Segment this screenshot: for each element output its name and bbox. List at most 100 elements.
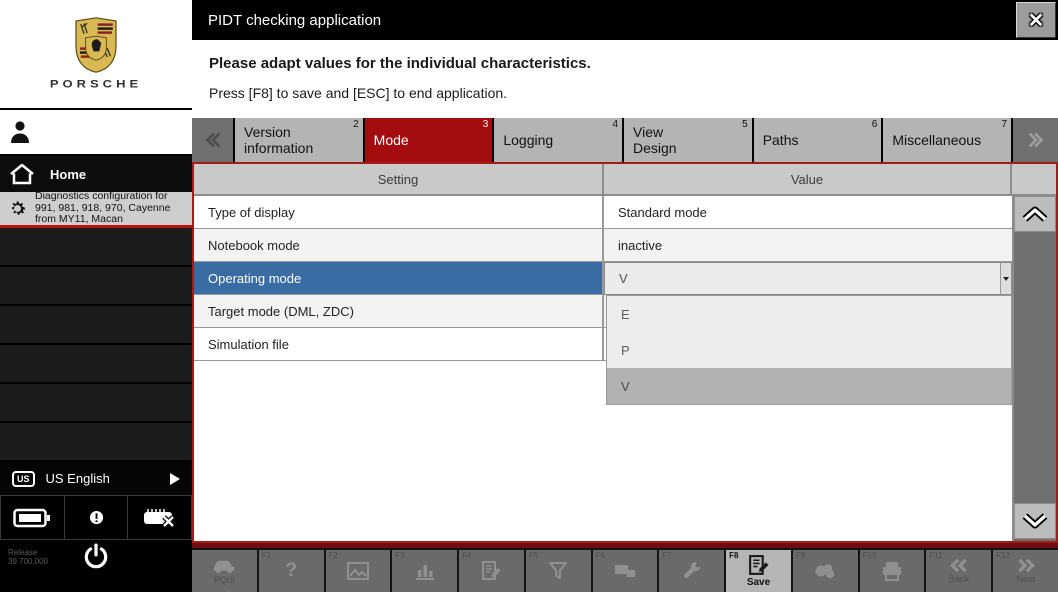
setting-cell-simulation-file[interactable]: Simulation file: [194, 328, 604, 361]
car-icon: [213, 560, 235, 574]
f6-control-unit-button[interactable]: F6: [592, 550, 658, 592]
close-button[interactable]: ✕: [1016, 2, 1056, 38]
home-icon: [10, 163, 34, 185]
toolbar-button-label: PQIS: [213, 575, 236, 585]
double-chevron-left-icon: [205, 132, 220, 148]
f11-back-button[interactable]: F11 Back: [926, 550, 992, 592]
instruction-area: Please adapt values for the individual c…: [192, 40, 1058, 118]
f5-filter-button[interactable]: F5: [525, 550, 591, 592]
us-flag-icon: US: [12, 470, 35, 487]
main-area: PIDT checking application ✕ Please adapt…: [192, 0, 1058, 592]
sidebar-item-empty: [0, 267, 192, 306]
dropdown-option-v[interactable]: V: [607, 368, 1011, 404]
tab-label: Version information: [244, 124, 314, 156]
tab-number: 5: [742, 119, 748, 130]
release-version: 39.700.000: [8, 557, 49, 566]
double-chevron-left-icon: [949, 558, 967, 573]
porsche-crest-icon: [75, 17, 117, 73]
user-profile-button[interactable]: [0, 110, 192, 156]
power-icon: [84, 543, 108, 569]
sidebar-item-diagnostics-configuration[interactable]: Diagnostics configuration for 991, 981, …: [0, 191, 192, 228]
f10-print-button[interactable]: F10: [859, 550, 925, 592]
release-info: Release 39.700.000: [8, 548, 48, 566]
tab-miscellaneous[interactable]: 7 Miscellaneous: [883, 118, 1014, 162]
value-cell-notebook-mode[interactable]: inactive: [604, 229, 1012, 262]
table-header-row: Setting Value: [194, 164, 1056, 196]
operating-mode-combobox[interactable]: V: [604, 262, 1012, 295]
release-label: Release: [8, 548, 38, 557]
dropdown-option-p[interactable]: P: [607, 332, 1011, 368]
pqis-button[interactable]: PQIS: [192, 550, 257, 592]
bar-chart-icon: [415, 565, 434, 580]
status-bar: [0, 495, 193, 540]
tab-paths[interactable]: 6 Paths: [753, 118, 884, 162]
instruction-primary: Please adapt values for the individual c…: [209, 55, 591, 72]
gear-cloud-icon: [815, 564, 835, 579]
setting-cell-target-mode[interactable]: Target mode (DML, ZDC): [194, 295, 604, 328]
scroll-up-button[interactable]: [1014, 196, 1056, 232]
double-chevron-right-icon: [1017, 558, 1035, 573]
tab-mode[interactable]: 3 Mode: [364, 118, 495, 162]
tabs-scroll-left-button[interactable]: [192, 118, 235, 162]
app-window: PORSCHE Home Diagnostics configuration f…: [0, 0, 1058, 592]
dropdown-option-e[interactable]: E: [607, 296, 1011, 332]
sidebar-item-empty: [0, 228, 192, 267]
alert-icon: [89, 510, 103, 525]
battery-x-icon: [143, 508, 175, 528]
close-icon: ✕: [1027, 9, 1045, 32]
chevron-right-icon: [170, 472, 180, 485]
double-chevron-right-icon: [1028, 132, 1043, 148]
tab-number: 7: [1001, 119, 1008, 130]
f12-next-button[interactable]: F12 Next: [993, 550, 1058, 592]
question-icon: ?: [285, 560, 297, 581]
home-label: Home: [50, 166, 87, 182]
instruction-secondary: Press [F8] to save and [ESC] to end appl…: [209, 85, 508, 101]
image-icon: [346, 562, 369, 580]
setting-cell-type-of-display[interactable]: Type of display: [194, 196, 604, 229]
f4-protocol-button[interactable]: F4: [459, 550, 524, 592]
language-selector[interactable]: US US English: [0, 462, 192, 495]
setting-cell-operating-mode[interactable]: Operating mode: [194, 262, 604, 295]
combobox-value: V: [619, 271, 628, 286]
f7-vehicle-analysis-button[interactable]: F7: [659, 550, 725, 592]
tab-logging[interactable]: 4 Logging: [494, 118, 625, 162]
printer-icon: [883, 562, 902, 581]
setting-cell-notebook-mode[interactable]: Notebook mode: [194, 229, 604, 262]
porsche-logo: PORSCHE: [0, 0, 192, 110]
table-row: Operating mode V: [194, 262, 1056, 295]
operating-mode-dropdown-list: E P V: [606, 295, 1012, 405]
scroll-down-button[interactable]: [1014, 503, 1056, 539]
scrollbar-corner: [1012, 164, 1056, 196]
f2-image-button[interactable]: F2: [325, 550, 391, 592]
warning-status-button[interactable]: [64, 495, 129, 540]
car-wrench-icon: [683, 561, 700, 579]
double-chevron-down-icon: [1022, 513, 1048, 529]
f3-measurements-button[interactable]: F3: [392, 550, 458, 592]
combobox-dropdown-button[interactable]: [1000, 263, 1011, 294]
battery-status-button[interactable]: [0, 495, 65, 540]
sidebar-item-home[interactable]: Home: [0, 156, 192, 192]
battery-icon: [13, 508, 51, 527]
language-label: US English: [45, 471, 110, 486]
table-row: Type of display Standard mode: [194, 196, 1056, 229]
value-cell-type-of-display[interactable]: Standard mode: [604, 196, 1012, 229]
f1-help-button[interactable]: F1 ?: [258, 550, 324, 592]
filter-icon: [549, 562, 568, 579]
toolbar-button-label: Back: [948, 574, 969, 584]
f9-communication-button[interactable]: F9: [792, 550, 858, 592]
battery-disconnected-button[interactable]: [128, 495, 193, 540]
page-title: PIDT checking application: [208, 11, 382, 29]
tabs-scroll-right-button[interactable]: [1013, 118, 1058, 162]
power-button[interactable]: [83, 543, 109, 574]
f8-save-button[interactable]: F8 Save: [726, 550, 791, 592]
sidebar-item-empty: [0, 306, 192, 345]
tab-version-information[interactable]: 2 Version information: [235, 118, 365, 162]
sidebar: PORSCHE Home Diagnostics configuration f…: [0, 0, 193, 592]
porsche-wordmark: PORSCHE: [49, 77, 143, 90]
tab-view-design[interactable]: 5 View Design: [624, 118, 754, 162]
settings-panel: Setting Value Type of display Standard m…: [192, 162, 1058, 543]
tab-number: 6: [871, 119, 878, 130]
tab-label: Paths: [762, 132, 799, 148]
vertical-scrollbar[interactable]: [1012, 196, 1056, 541]
tab-number: 4: [612, 119, 619, 130]
